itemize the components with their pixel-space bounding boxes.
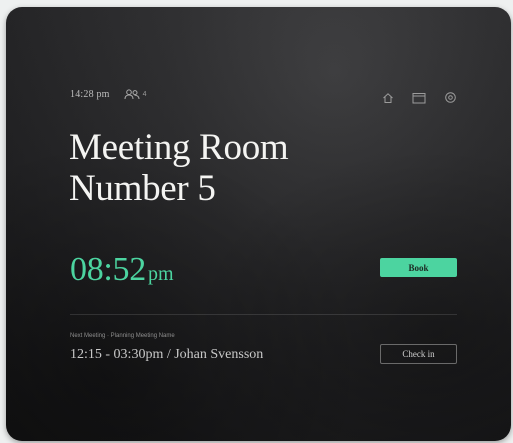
room-display-panel: 14:28 pm 4 Meeting Room Number 5 08:52 p… — [6, 7, 511, 441]
settings-icon[interactable] — [444, 91, 457, 104]
status-bar: 14:28 pm 4 — [70, 89, 147, 100]
clock-time: 08:52 — [70, 251, 146, 288]
check-in-button[interactable]: Check in — [380, 344, 457, 364]
attendee-count: 4 — [142, 91, 147, 98]
calendar-icon[interactable] — [412, 92, 426, 104]
room-title-line-2: Number 5 — [69, 168, 216, 209]
attendees-indicator[interactable]: 4 — [124, 89, 147, 100]
current-time-small: 14:28 pm — [70, 89, 110, 100]
divider — [70, 314, 457, 315]
book-button[interactable]: Book — [380, 258, 457, 277]
current-clock: 08:52 pm — [70, 251, 174, 289]
clock-ampm: pm — [147, 263, 174, 285]
toolbar — [382, 91, 457, 104]
room-title: Meeting Room Number 5 — [69, 127, 289, 209]
home-icon[interactable] — [382, 92, 394, 104]
users-icon — [124, 89, 140, 100]
room-title-line-1: Meeting Room — [69, 127, 289, 168]
next-meeting-details: 12:15 - 03:30pm / Johan Svensson — [70, 347, 264, 362]
next-meeting-label: Next Meeting · Planning Meeting Name — [70, 333, 175, 339]
